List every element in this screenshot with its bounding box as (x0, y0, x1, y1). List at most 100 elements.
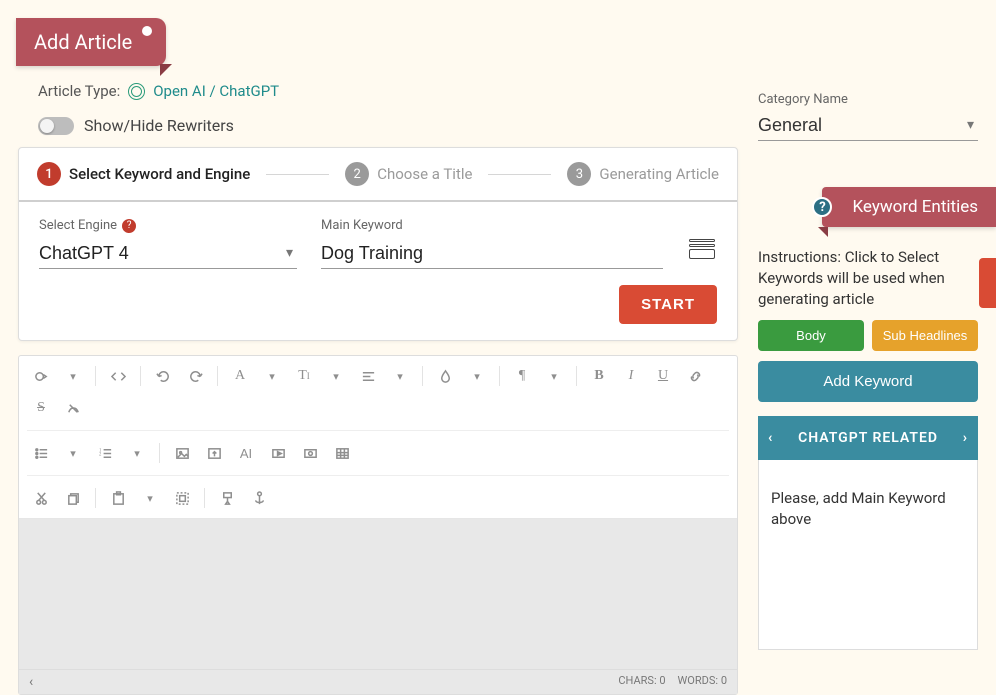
add-keyword-button[interactable]: Add Keyword (758, 361, 978, 402)
paragraph-format-icon[interactable] (27, 362, 55, 390)
editor-panel: ▾ A ▾ TI ▾ ▾ ▾ ¶ ▾ B (18, 355, 738, 695)
image-icon[interactable] (168, 439, 196, 467)
ai-icon[interactable]: AI (232, 439, 260, 467)
help-icon[interactable]: ? (122, 219, 136, 233)
stepper: 1 Select Keyword and Engine 2 Choose a T… (19, 148, 737, 202)
keyword-entities-ribbon: ? Keyword Entities (822, 187, 996, 227)
italic-icon[interactable]: I (617, 362, 645, 390)
align-icon[interactable] (354, 362, 382, 390)
copy-icon[interactable] (59, 484, 87, 512)
sub-headlines-tag-button[interactable]: Sub Headlines (872, 320, 978, 351)
step-2-number: 2 (345, 162, 369, 186)
clear-format-icon[interactable] (59, 394, 87, 422)
chevron-down-icon[interactable]: ▾ (463, 362, 491, 390)
toolbar-separator-icon (204, 488, 205, 508)
chevron-down-icon[interactable]: ▾ (59, 439, 87, 467)
file-upload-icon[interactable] (200, 439, 228, 467)
editor-toolbar: ▾ A ▾ TI ▾ ▾ ▾ ¶ ▾ B (19, 356, 737, 519)
anchor-icon[interactable] (245, 484, 273, 512)
toolbar-separator-icon (499, 366, 500, 386)
words-value: 0 (721, 674, 727, 687)
words-label: WORDS: (678, 674, 719, 687)
font-size-icon[interactable]: TI (290, 362, 318, 390)
related-header-label: CHATGPT RELATED (798, 430, 938, 446)
ordered-list-icon[interactable]: 12 (91, 439, 119, 467)
category-label: Category Name (758, 92, 978, 107)
related-keywords-panel: Please, add Main Keyword above (758, 460, 978, 650)
step-2-label: Choose a Title (377, 165, 472, 183)
step-1-label: Select Keyword and Engine (69, 165, 250, 183)
unordered-list-icon[interactable] (27, 439, 55, 467)
toolbar-separator-icon (140, 366, 141, 386)
redo-icon[interactable] (181, 362, 209, 390)
page-title-ribbon: Add Article (16, 18, 166, 66)
editor-content-area[interactable] (19, 519, 737, 669)
chevron-down-icon[interactable]: ▾ (123, 439, 151, 467)
step-1[interactable]: 1 Select Keyword and Engine (37, 162, 250, 186)
undo-icon[interactable] (149, 362, 177, 390)
chevron-down-icon[interactable]: ▾ (258, 362, 286, 390)
step-3[interactable]: 3 Generating Article (567, 162, 719, 186)
paste-icon[interactable] (104, 484, 132, 512)
text-color-icon[interactable] (431, 362, 459, 390)
svg-text:2: 2 (98, 452, 101, 457)
code-view-icon[interactable] (104, 362, 132, 390)
engine-label: Select Engine (39, 218, 117, 233)
toolbar-separator-icon (217, 366, 218, 386)
ribbon-dot-icon (142, 26, 152, 36)
chevron-down-icon[interactable]: ▾ (322, 362, 350, 390)
editor-footer: ‹ CHARS: 0 WORDS: 0 (19, 669, 737, 694)
step-separator-icon (266, 174, 329, 175)
page-title: Add Article (34, 30, 132, 54)
select-all-icon[interactable] (168, 484, 196, 512)
chevron-down-icon[interactable]: ▾ (540, 362, 568, 390)
body-tag-button[interactable]: Body (758, 320, 864, 351)
category-select[interactable] (758, 111, 978, 141)
related-placeholder: Please, add Main Keyword above (771, 489, 946, 528)
video-icon[interactable] (264, 439, 292, 467)
cut-icon[interactable] (27, 484, 55, 512)
chevron-down-icon[interactable]: ▾ (386, 362, 414, 390)
toolbar-separator-icon (422, 366, 423, 386)
editor-scroll-left-icon[interactable]: ‹ (29, 674, 33, 690)
strikethrough-icon[interactable]: S (27, 394, 55, 422)
table-icon[interactable] (328, 439, 356, 467)
chars-value: 0 (659, 674, 665, 687)
article-type-row: Article Type: Open AI / ChatGPT (18, 74, 738, 108)
toolbar-separator-icon (95, 366, 96, 386)
paragraph-icon[interactable]: ¶ (508, 362, 536, 390)
toolbar-separator-icon (95, 488, 96, 508)
right-edge-tab[interactable] (979, 258, 996, 308)
link-icon[interactable] (681, 362, 709, 390)
chevron-right-icon[interactable]: › (963, 430, 968, 446)
step-2[interactable]: 2 Choose a Title (345, 162, 472, 186)
engine-select[interactable] (39, 239, 297, 269)
chevron-down-icon[interactable]: ▾ (59, 362, 87, 390)
step-1-number: 1 (37, 162, 61, 186)
font-family-icon[interactable]: A (226, 362, 254, 390)
bold-icon[interactable]: B (585, 362, 613, 390)
article-type-label: Article Type: (38, 82, 120, 100)
embed-icon[interactable] (296, 439, 324, 467)
entities-instructions: Instructions: Click to Select Keywords w… (758, 247, 978, 310)
step-separator-icon (488, 174, 551, 175)
step-3-number: 3 (567, 162, 591, 186)
main-keyword-input[interactable] (321, 239, 663, 269)
archive-icon[interactable] (687, 239, 717, 265)
chars-label: CHARS: (618, 674, 656, 687)
article-type-link[interactable]: Open AI / ChatGPT (153, 82, 279, 100)
toolbar-separator-icon (576, 366, 577, 386)
wizard-card: 1 Select Keyword and Engine 2 Choose a T… (18, 147, 738, 341)
format-painter-icon[interactable] (213, 484, 241, 512)
keyword-entities-title: Keyword Entities (852, 197, 978, 217)
chatgpt-related-header[interactable]: ‹ CHATGPT RELATED › (758, 416, 978, 460)
toolbar-separator-icon (159, 443, 160, 463)
step-3-label: Generating Article (599, 165, 719, 183)
chevron-down-icon[interactable]: ▾ (136, 484, 164, 512)
chevron-left-icon[interactable]: ‹ (768, 430, 773, 446)
toggle-label: Show/Hide Rewriters (84, 116, 234, 135)
show-hide-rewriters-toggle[interactable] (38, 117, 74, 135)
start-button[interactable]: START (619, 285, 717, 324)
underline-icon[interactable]: U (649, 362, 677, 390)
help-icon[interactable]: ? (812, 197, 832, 217)
